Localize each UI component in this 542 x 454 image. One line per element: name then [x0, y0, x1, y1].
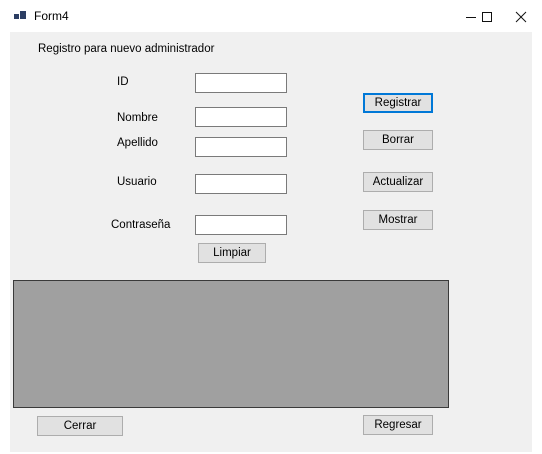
form-heading: Registro para nuevo administrador	[38, 43, 215, 55]
usuario-input[interactable]	[195, 174, 287, 194]
usuario-label: Usuario	[117, 176, 157, 188]
app-icon	[14, 11, 28, 21]
registrar-button[interactable]: Registrar	[363, 93, 433, 113]
id-label: ID	[117, 76, 129, 88]
mostrar-button[interactable]: Mostrar	[363, 210, 433, 230]
nombre-label: Nombre	[117, 112, 158, 124]
close-button[interactable]	[498, 4, 542, 30]
actualizar-button[interactable]: Actualizar	[363, 172, 433, 192]
apellido-input[interactable]	[195, 137, 287, 157]
cerrar-button[interactable]: Cerrar	[37, 416, 123, 436]
contrasena-input[interactable]	[195, 215, 287, 235]
apellido-label: Apellido	[117, 137, 158, 149]
nombre-input[interactable]	[195, 107, 287, 127]
regresar-button[interactable]: Regresar	[363, 415, 433, 435]
maximize-icon	[482, 12, 492, 22]
close-icon	[515, 11, 527, 23]
data-grid[interactable]	[13, 280, 449, 408]
id-input[interactable]	[195, 73, 287, 93]
borrar-button[interactable]: Borrar	[363, 130, 433, 150]
title-bar[interactable]: Form4	[0, 0, 542, 32]
window-title: Form4	[34, 9, 69, 23]
contrasena-label: Contraseña	[111, 219, 171, 231]
limpiar-button[interactable]: Limpiar	[198, 243, 266, 263]
